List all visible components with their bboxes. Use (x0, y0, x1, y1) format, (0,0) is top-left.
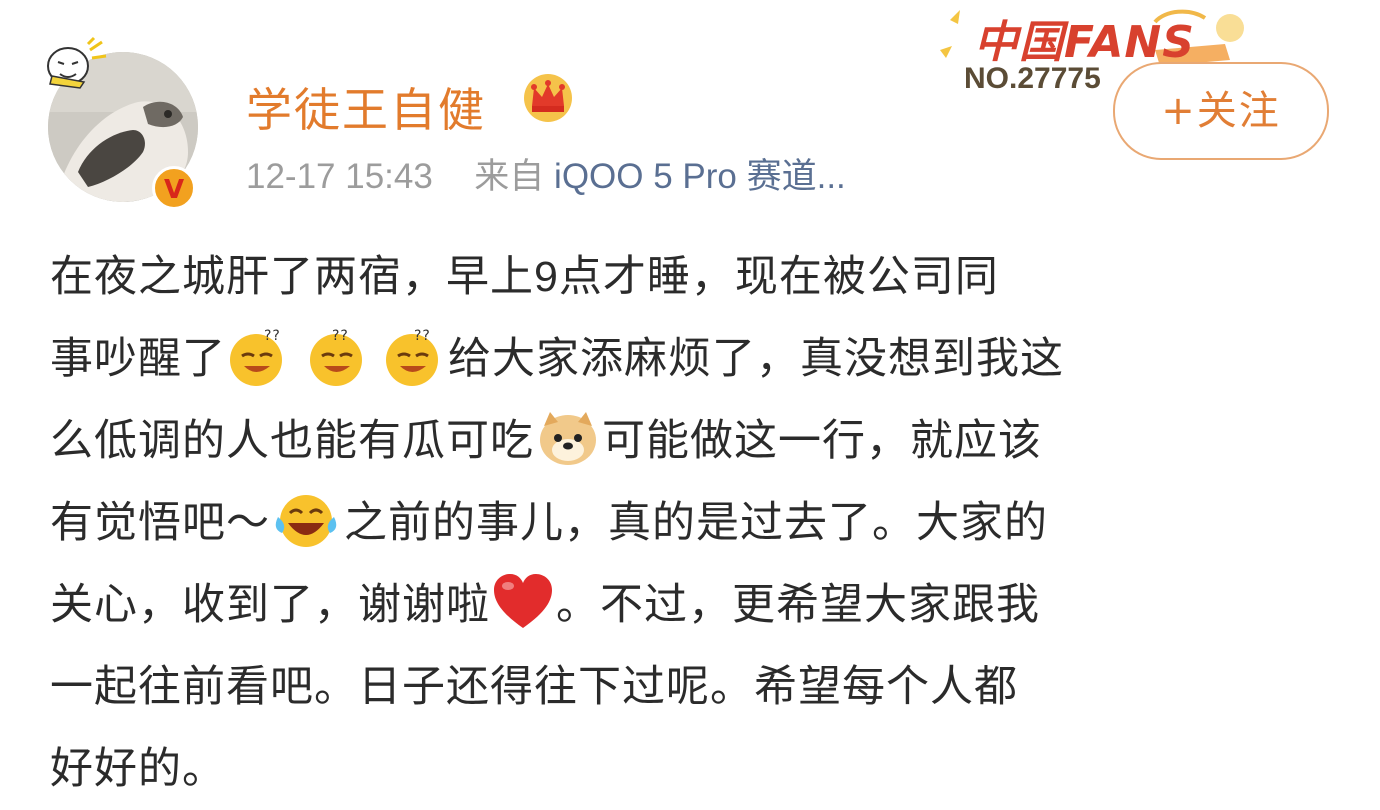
doge-icon (540, 411, 596, 465)
svg-text:??: ?? (414, 328, 431, 344)
content-text: 可能做这一行，就应该 (602, 417, 1042, 465)
content-text: 。不过，更希望大家跟我 (556, 581, 1040, 629)
content-line: 一起往前看吧。日子还得往下过呢。希望每个人都 (50, 663, 1018, 711)
content-line: 有觉悟吧～ 之前的事儿，真的是过去了。大家的 (50, 482, 1350, 564)
sleepy-face-icon: ?? (386, 328, 438, 386)
post-meta: 12-17 15:43 来自 iQOO 5 Pro 赛道... (246, 148, 846, 199)
svg-text:??: ?? (264, 328, 281, 344)
sleepy-face-icon: ?? (310, 328, 362, 386)
content-text: 有觉悟吧～ (50, 499, 270, 547)
content-text: 关心，收到了，谢谢啦 (50, 581, 490, 629)
content-text: 事吵醒了 (50, 335, 226, 383)
laughing-tears-icon (275, 494, 337, 547)
follow-button[interactable]: +关注 (1113, 62, 1329, 160)
post-header: V 学徒王自健 12-17 15:43 来自 iQOO 5 Pro 赛道... … (0, 0, 1380, 215)
fans-badge-title: 中国FANS (974, 17, 1195, 68)
content-line: 在夜之城肝了两宿，早上9点才睡，现在被公司同 (50, 253, 999, 301)
content-line: 关心，收到了，谢谢啦 。不过，更希望大家跟我 (50, 564, 1350, 646)
crown-icon (524, 74, 572, 122)
red-heart-icon (494, 573, 552, 628)
post-source-link[interactable]: iQOO 5 Pro 赛道... (554, 157, 846, 196)
content-line: 好好的。 (50, 745, 226, 793)
sticker-face-icon (47, 36, 107, 89)
content-text: 之前的事儿，真的是过去了。大家的 (344, 499, 1048, 547)
username[interactable]: 学徒王自健 (246, 74, 486, 140)
sleepy-face-icon: ?? (230, 328, 282, 386)
content-line: 事吵醒了?????? 给大家添麻烦了，真没想到我这 (50, 318, 1350, 400)
content-text: 么低调的人也能有瓜可吃 (50, 417, 534, 465)
verified-badge-icon: V (152, 166, 196, 210)
source-prefix: 来自 (474, 157, 545, 196)
post-timestamp: 12-17 15:43 (246, 157, 433, 196)
fans-badge-number: NO.27775 (964, 62, 1101, 95)
content-text: 给大家添麻烦了，真没想到我这 (448, 335, 1064, 383)
content-line: 么低调的人也能有瓜可吃 可能做这一行，就应该 (50, 400, 1350, 482)
svg-text:??: ?? (332, 328, 349, 344)
post-content: 在夜之城肝了两宿，早上9点才睡，现在被公司同 事吵醒了?????? 给大家添麻烦了… (50, 236, 1350, 810)
